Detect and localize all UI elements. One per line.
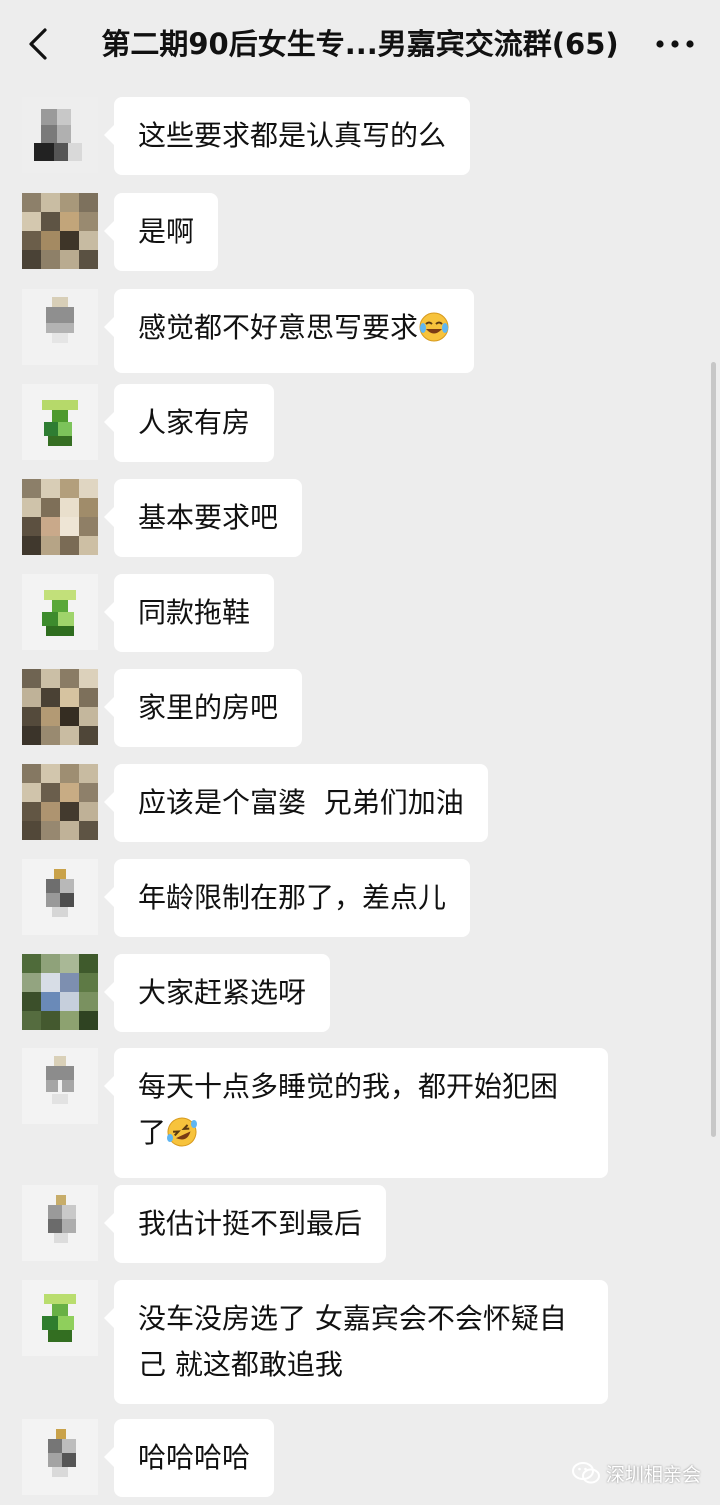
message-text: 哈哈哈哈 xyxy=(138,1441,251,1474)
message-bubble[interactable]: 是啊 xyxy=(103,193,219,271)
avatar[interactable] xyxy=(22,859,98,935)
avatar[interactable] xyxy=(22,1419,98,1495)
message-bubble[interactable]: 每天十点多睡觉的我，都开始犯困了 xyxy=(104,1048,608,1178)
watermark-text: 深圳相亲会 xyxy=(606,1463,702,1486)
message-bubble[interactable]: 这些要求都是认真写的么 xyxy=(103,97,471,175)
message-text: 应该是个富婆 兄弟们加油 xyxy=(138,786,464,819)
avatar[interactable] xyxy=(22,669,98,745)
message-text: 没车没房选了 女嘉宾会不会怀疑自己 就这都敢追我 xyxy=(138,1302,567,1381)
rolling-laughing-emoji xyxy=(166,1116,198,1162)
avatar[interactable] xyxy=(22,289,98,365)
avatar[interactable] xyxy=(22,479,98,555)
avatar[interactable] xyxy=(22,384,98,460)
message-text: 感觉都不好意思写要求 xyxy=(138,311,419,344)
message-bubble[interactable]: 家里的房吧 xyxy=(103,669,303,747)
avatar[interactable] xyxy=(22,764,98,840)
message-text: 基本要求吧 xyxy=(138,501,279,534)
message-bubble[interactable]: 应该是个富婆 兄弟们加油 xyxy=(104,764,488,842)
message-bubble[interactable]: 大家赶紧选呀 xyxy=(103,954,331,1032)
message-bubble[interactable]: 人家有房 xyxy=(103,384,275,462)
message-text: 年龄限制在那了，差点儿 xyxy=(138,881,447,914)
avatar[interactable] xyxy=(22,1048,98,1124)
chat-title: 第二期90后女生专...男嘉宾交流群(65) xyxy=(101,27,619,61)
message-text: 人家有房 xyxy=(138,406,251,439)
message-bubble[interactable]: 年龄限制在那了，差点儿 xyxy=(103,859,471,937)
message-text: 同款拖鞋 xyxy=(138,596,251,629)
chat-header: 第二期90后女生专...男嘉宾交流群(65) xyxy=(0,0,720,88)
back-button[interactable] xyxy=(20,24,56,64)
message-text: 大家赶紧选呀 xyxy=(138,976,307,1009)
message-bubble[interactable]: 哈哈哈哈 xyxy=(103,1419,275,1497)
avatar[interactable] xyxy=(22,193,98,269)
avatar[interactable] xyxy=(22,97,98,173)
scrollbar[interactable] xyxy=(711,362,716,1137)
chevron-left-icon xyxy=(29,28,47,60)
watermark: 深圳相亲会 xyxy=(572,1458,701,1488)
message-text: 每天十点多睡觉的我，都开始犯困了 xyxy=(138,1070,559,1149)
wechat-logo-icon xyxy=(572,1462,600,1484)
message-text: 家里的房吧 xyxy=(138,691,279,724)
avatar[interactable] xyxy=(22,1280,98,1356)
message-bubble[interactable]: 我估计挺不到最后 xyxy=(103,1185,387,1263)
message-bubble[interactable]: 感觉都不好意思写要求 xyxy=(103,289,475,373)
more-button[interactable] xyxy=(645,24,705,64)
message-bubble[interactable]: 没车没房选了 女嘉宾会不会怀疑自己 就这都敢追我 xyxy=(104,1280,608,1404)
avatar[interactable] xyxy=(22,954,98,1030)
tears-of-joy-emoji xyxy=(418,311,450,357)
message-text: 我估计挺不到最后 xyxy=(138,1207,363,1240)
avatar[interactable] xyxy=(22,1185,98,1261)
message-bubble[interactable]: 基本要求吧 xyxy=(103,479,303,557)
more-dots-icon xyxy=(656,40,694,48)
message-text: 是啊 xyxy=(138,215,195,248)
message-bubble[interactable]: 同款拖鞋 xyxy=(103,574,275,652)
avatar[interactable] xyxy=(22,574,98,650)
message-text: 这些要求都是认真写的么 xyxy=(138,119,447,152)
